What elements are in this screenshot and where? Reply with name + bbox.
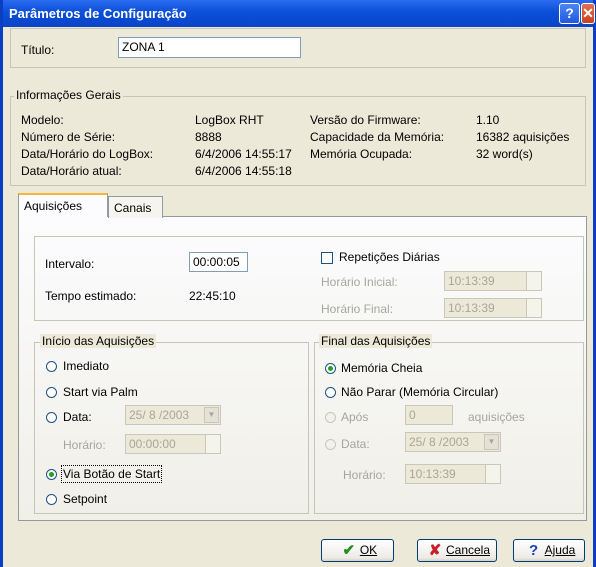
model-value: LogBox RHT	[195, 113, 264, 127]
end-time-spinner[interactable]	[526, 299, 541, 317]
start-hour-spinner[interactable]	[205, 435, 220, 453]
tab-aquisicoes[interactable]: Aquisições	[18, 193, 108, 217]
logbox-datetime-label: Data/Horário do LogBox:	[21, 147, 154, 161]
help-icon[interactable]: ?	[559, 3, 580, 24]
radio-setpoint[interactable]	[46, 494, 57, 505]
capacity-label: Capacidade da Memória:	[310, 130, 445, 144]
via-botao-label: Via Botão de Start	[60, 465, 163, 483]
end-group-legend: Final das Aquisições	[319, 334, 433, 348]
memoria-cheia-label: Memória Cheia	[341, 361, 423, 375]
tab-canais[interactable]: Canais	[108, 196, 163, 218]
window-title: Parâmetros de Configuração	[9, 6, 187, 21]
interval-input[interactable]: 00:00:05	[189, 252, 248, 272]
firmware-label: Versão do Firmware:	[310, 113, 421, 127]
start-time-value: 10:13:39	[448, 274, 495, 288]
chevron-down-icon[interactable]: ▼	[204, 407, 219, 423]
radio-nao-parar[interactable]	[325, 387, 336, 398]
end-date-label: Data:	[341, 437, 370, 451]
cancel-button[interactable]: ✘ Cancela	[417, 539, 497, 562]
radio-imediato[interactable]	[46, 361, 57, 372]
capacity-value: 16382 aquisições	[476, 130, 570, 144]
used-memory-value: 32 word(s)	[476, 147, 533, 161]
end-time-label: Horário Final:	[321, 302, 394, 316]
start-palm-label: Start via Palm	[63, 385, 138, 399]
chevron-down-icon[interactable]: ▼	[484, 434, 499, 450]
apos-label: Após	[341, 410, 369, 424]
tab-canais-label: Canais	[114, 201, 152, 215]
radio-data-final[interactable]	[325, 439, 336, 450]
help-button[interactable]: ? Ajuda	[513, 539, 585, 562]
start-date-value: 25/ 8 /2003	[129, 408, 190, 422]
start-time-label: Horário Inicial:	[321, 275, 398, 289]
nao-parar-label: Não Parar (Memória Circular)	[341, 385, 499, 399]
start-time-spinner[interactable]	[526, 272, 541, 290]
close-icon[interactable]: ✕	[581, 3, 595, 24]
end-time-value: 10:13:39	[448, 301, 495, 315]
daily-repeat-label: Repetições Diárias	[339, 250, 440, 264]
general-info-legend: Informações Gerais	[14, 88, 123, 102]
start-group-legend: Início das Aquisições	[40, 334, 157, 348]
end-date-select[interactable]: 25/ 8 /2003 ▼	[405, 432, 501, 452]
title-label: Título:	[21, 43, 55, 57]
estimated-time-label: Tempo estimado:	[45, 289, 137, 303]
start-time-input[interactable]: 10:13:39	[444, 271, 542, 291]
checkmark-icon: ✔	[342, 542, 356, 559]
aquisicoes-suffix-label: aquisições	[468, 410, 525, 424]
start-date-label: Data:	[63, 410, 92, 424]
end-hour-spinner[interactable]	[485, 465, 500, 483]
serial-value: 8888	[195, 130, 222, 144]
start-hour-label: Horário:	[63, 438, 106, 452]
imediato-label: Imediato	[63, 359, 110, 373]
radio-apos[interactable]	[325, 412, 336, 423]
tab-aquisicoes-label: Aquisições	[24, 199, 83, 213]
radio-memoria-cheia[interactable]	[325, 363, 336, 374]
end-hour-input[interactable]: 10:13:39	[405, 464, 501, 484]
model-label: Modelo:	[21, 113, 64, 127]
ok-button[interactable]: ✔ OK	[321, 539, 394, 562]
used-memory-label: Memória Ocupada:	[310, 147, 413, 161]
config-dialog: Parâmetros de Configuração ? ✕ Título: Z…	[0, 0, 596, 567]
start-hour-value: 00:00:00	[129, 437, 176, 451]
daily-repeat-checkbox[interactable]	[321, 252, 333, 264]
start-hour-input[interactable]: 00:00:00	[125, 434, 221, 454]
title-bar[interactable]: Parâmetros de Configuração ? ✕	[3, 0, 595, 27]
end-time-input[interactable]: 10:13:39	[444, 298, 542, 318]
radio-data[interactable]	[46, 412, 57, 423]
radio-via-botao[interactable]	[46, 469, 57, 480]
estimated-time-value: 22:45:10	[189, 289, 236, 303]
question-icon: ?	[529, 542, 539, 559]
serial-label: Número de Série:	[21, 130, 116, 144]
firmware-value: 1.10	[476, 113, 500, 127]
logbox-datetime-value: 6/4/2006 14:55:17	[195, 147, 292, 161]
radio-start-palm[interactable]	[46, 387, 57, 398]
title-input[interactable]: ZONA 1	[118, 37, 301, 58]
end-hour-value: 10:13:39	[409, 467, 456, 481]
current-datetime-value: 6/4/2006 14:55:18	[195, 164, 292, 178]
current-datetime-label: Data/Horário atual:	[21, 164, 122, 178]
interval-label: Intervalo:	[45, 257, 95, 271]
end-hour-label: Horário:	[343, 468, 386, 482]
start-date-select[interactable]: 25/ 8 /2003 ▼	[125, 405, 221, 425]
apos-input[interactable]: 0	[405, 405, 453, 425]
setpoint-label: Setpoint	[63, 492, 108, 506]
end-date-value: 25/ 8 /2003	[409, 435, 470, 449]
cross-icon: ✘	[428, 542, 442, 559]
